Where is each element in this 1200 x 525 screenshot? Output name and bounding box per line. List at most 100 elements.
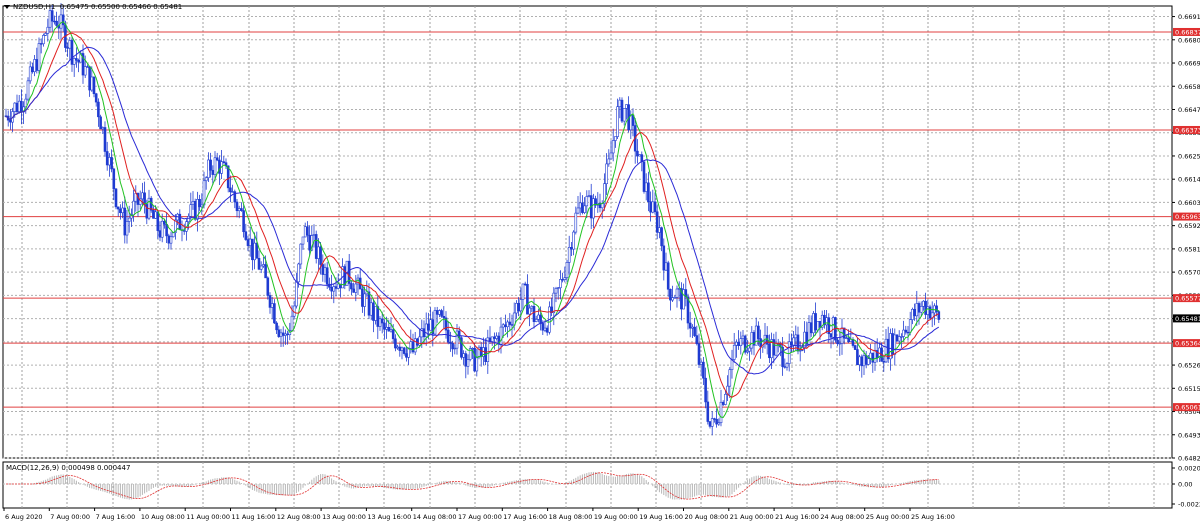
price-pane-frame xyxy=(2,5,1173,459)
candle-body xyxy=(187,216,190,222)
trading-chart[interactable]: 0.66910 0.66800 0.66690 0.66580 0.66470 0.663… xyxy=(0,0,1200,525)
candle-body xyxy=(332,286,336,292)
price-level-tag-text: 0.65963 xyxy=(1175,213,1200,221)
time-axis-label: 11 Aug 16:00 xyxy=(232,513,276,521)
candle-body xyxy=(906,331,910,334)
dropdown-triangle-icon[interactable] xyxy=(4,5,10,9)
candle-body xyxy=(814,313,817,331)
candle-body xyxy=(427,323,430,331)
candle-body xyxy=(259,265,263,270)
candle-body xyxy=(829,333,833,338)
candle-body xyxy=(607,158,611,165)
candle-body xyxy=(325,267,329,285)
time-axis-label: 19 Aug 16:00 xyxy=(639,513,683,521)
macd-pane-frame xyxy=(2,461,1173,509)
candle-body xyxy=(556,287,560,289)
candle-body xyxy=(405,353,408,358)
candle-body xyxy=(121,207,124,214)
candle-body xyxy=(559,279,562,289)
candle-body xyxy=(669,288,672,301)
candle-body xyxy=(847,337,850,343)
candle-body xyxy=(889,333,892,360)
candle-body xyxy=(198,199,201,208)
candle-body xyxy=(204,177,208,182)
candle-body xyxy=(737,341,740,346)
symbol-info-bar: NZDUSD,H1 0.65475 0.65500 0.65466 0.6548… xyxy=(4,3,182,11)
candle-body xyxy=(262,264,265,267)
candle-body xyxy=(380,318,384,324)
candle-body xyxy=(838,342,842,345)
candle-body xyxy=(319,246,322,265)
candle-body xyxy=(908,319,912,333)
candle-body xyxy=(94,93,98,103)
candle-body xyxy=(728,369,732,387)
candle-body xyxy=(653,201,657,213)
time-axis-label: 14 Aug 08:00 xyxy=(413,513,457,521)
candle-body xyxy=(246,239,250,246)
candle-body xyxy=(394,338,397,349)
time-axis-label: 13 Aug 16:00 xyxy=(367,513,411,521)
candle-body xyxy=(704,377,707,403)
candle-body xyxy=(673,297,677,299)
candle-body xyxy=(235,201,239,212)
candle-body xyxy=(83,66,87,76)
candle-body xyxy=(376,306,380,327)
candle-body xyxy=(530,305,534,309)
candle-body xyxy=(697,343,701,365)
candle-body xyxy=(88,66,91,91)
candle-body xyxy=(836,339,839,345)
chart-canvas[interactable]: 0.66910 0.66800 0.66690 0.66580 0.66470 0.663… xyxy=(0,0,1200,525)
time-axis-label: 7 Aug 00:00 xyxy=(50,513,90,521)
price-level-tag-text: 0.66373 xyxy=(1175,126,1200,134)
candle-body xyxy=(785,363,789,368)
candle-body xyxy=(317,246,320,259)
candle-body xyxy=(790,341,793,346)
candle-body xyxy=(897,336,901,342)
candle-body xyxy=(53,20,56,23)
candle-body xyxy=(303,226,307,238)
candle-body xyxy=(418,336,421,346)
candle-body xyxy=(532,305,536,322)
candle-body xyxy=(215,157,219,161)
candle-body xyxy=(169,236,173,244)
candle-body xyxy=(739,338,743,346)
candle-body xyxy=(741,335,745,339)
candle-body xyxy=(521,283,525,300)
candle-body xyxy=(867,358,870,365)
time-axis-label: 24 Aug 08:00 xyxy=(820,513,864,521)
candle-body xyxy=(466,359,470,367)
candle-body xyxy=(493,336,496,339)
macd-axis-label: -0.002258 xyxy=(1178,501,1200,509)
candle-body xyxy=(490,336,494,342)
candle-body xyxy=(508,321,512,325)
candle-body xyxy=(350,283,353,290)
candle-body xyxy=(732,344,736,360)
candle-body xyxy=(424,323,428,338)
candle-body xyxy=(101,127,105,130)
candle-body xyxy=(44,33,47,36)
candle-body xyxy=(152,209,155,219)
candle-body xyxy=(391,329,395,340)
candle-body xyxy=(116,206,120,210)
candle-body xyxy=(264,264,267,279)
candle-body xyxy=(114,188,118,208)
candle-body xyxy=(308,234,311,251)
candle-body xyxy=(585,196,589,207)
candle-body xyxy=(402,347,406,354)
symbol-timeframe: NZDUSD,H1 xyxy=(13,3,56,11)
candle-body xyxy=(561,279,564,281)
candle-body xyxy=(279,332,283,337)
candle-body xyxy=(682,289,685,310)
candle-body xyxy=(708,421,712,427)
candle-body xyxy=(119,208,122,214)
candle-body xyxy=(609,152,613,160)
candle-body xyxy=(229,187,232,193)
time-axis-label: 13 Aug 00:00 xyxy=(322,513,366,521)
candle-body xyxy=(407,348,410,358)
candle-body xyxy=(919,306,923,313)
candle-body xyxy=(222,161,226,163)
candle-body xyxy=(48,10,52,28)
candle-body xyxy=(105,151,109,166)
candle-body xyxy=(26,80,30,100)
candle-body xyxy=(662,245,666,271)
